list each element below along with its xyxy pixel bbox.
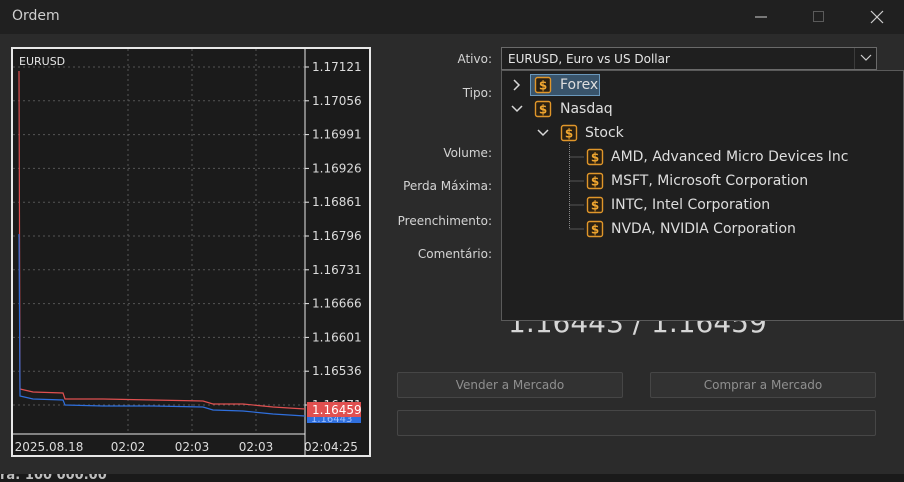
ativo-select[interactable]: EURUSD, Euro vs US Dollar [501,47,877,70]
minimize-icon [755,16,767,18]
ativo-select-value: EURUSD, Euro vs US Dollar [508,52,670,66]
price-tick-label: 1.16666 [312,297,362,311]
tree-item-msft[interactable]: $ MSFT, Microsoft Corporation [502,170,902,192]
ativo-dropdown-toggle[interactable] [854,48,876,69]
chart-grid [13,49,305,434]
time-tick-labels: 2025.08.18 02:02 02:03 02:03 02:04:25 [15,440,358,454]
title-bar[interactable]: Ordem [0,0,904,34]
tree-item-amd[interactable]: $ AMD, Advanced Micro Devices Inc [502,146,902,168]
buy-market-button[interactable]: Comprar a Mercado [650,372,876,398]
time-tick-label: 02:03 [239,440,274,454]
tree-item-nvda-label: NVDA, NVIDIA Corporation [611,221,796,237]
ativo-label: Ativo: [457,52,492,66]
dollar-symbol-icon: $ [586,196,604,214]
tree-item-msft-label: MSFT, Microsoft Corporation [611,173,809,189]
price-tick-label: 1.16536 [312,364,362,378]
order-window: Ordem 1.17121 1.17056 1.16991 1.16926 1.1686… [0,0,904,482]
price-tick-label: 1.16731 [312,263,362,277]
close-button[interactable] [854,0,900,34]
chart-symbol: EURUSD [19,55,65,68]
ask-price-tag-label: 1.16459 [312,403,362,417]
volume-label: Volume: [443,146,492,160]
price-tick-label: 1.16601 [312,330,362,344]
time-tick-label: 02:03 [175,440,210,454]
tree-item-intc[interactable]: $ INTC, Intel Corporation [502,194,902,216]
svg-text:$: $ [591,223,599,237]
comentario-label: Comentário: [417,247,492,261]
dollar-symbol-icon: $ [586,172,604,190]
svg-text:$: $ [591,199,599,213]
chevron-down-icon [860,54,872,61]
tipo-label: Tipo: [462,86,492,100]
balance-text: ra: 100 000.00 [0,474,107,482]
dollar-symbol-icon: $ [586,148,604,166]
close-icon [870,10,884,24]
price-tick-label: 1.16926 [312,161,362,175]
window-title: Ordem [12,8,60,24]
perda-maxima-label: Perda Máxima: [403,179,492,193]
sell-market-button[interactable]: Vender a Mercado [397,372,623,398]
svg-text:$: $ [591,175,599,189]
time-tick-label: 2025.08.18 [15,440,84,454]
price-tick-labels: 1.171211.170561.169911.169261.168611.167… [305,60,362,412]
time-tick-label: 02:02 [111,440,146,454]
dollar-symbol-icon: $ [586,220,604,238]
parent-window-strip: ra: 100 000.00 [0,474,904,482]
svg-text:$: $ [591,151,599,165]
price-tick-label: 1.16991 [312,128,362,142]
maximize-button[interactable] [796,0,842,34]
symbol-tree-dropdown: $ Forex $ Nasdaq $ Stock $ AMD, Advanced… [501,70,904,321]
order-status-bar [397,410,876,436]
bid-price-line [18,233,306,417]
time-tick-label: 02:04:25 [304,440,358,454]
ask-price-line [18,70,306,410]
preenchimento-label: Preenchimento: [397,214,492,228]
price-tick-label: 1.16861 [312,195,362,209]
tree-item-nvda[interactable]: $ NVDA, NVIDIA Corporation [502,218,902,240]
tree-item-amd-label: AMD, Advanced Micro Devices Inc [611,149,849,165]
maximize-icon [813,11,824,22]
price-tick-label: 1.16796 [312,229,362,243]
minimize-button[interactable] [738,0,784,34]
tree-item-intc-label: INTC, Intel Corporation [611,197,771,213]
